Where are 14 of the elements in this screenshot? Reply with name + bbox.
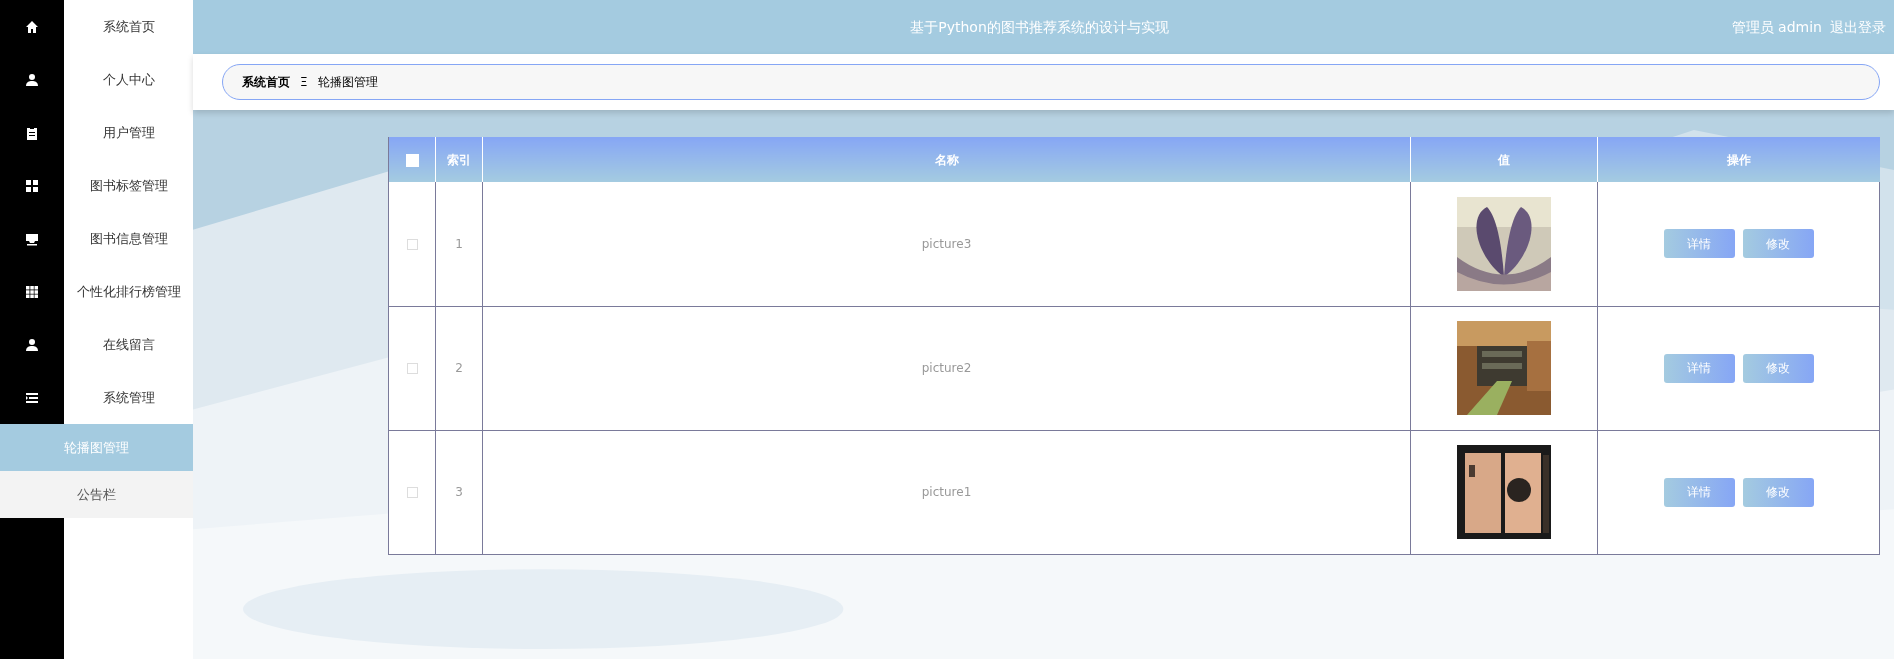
breadcrumb-separator: Ξ [300,74,308,91]
user-icon [25,337,39,352]
submenu-item[interactable]: 公告栏 [0,471,193,518]
grid-icon [25,284,39,299]
home-icon [25,19,39,34]
user-icon [25,72,39,87]
tray-icon [25,231,39,246]
clipboard-icon [25,125,39,140]
breadcrumb-link[interactable]: 系统首页 [242,73,290,91]
app-title: 基于Python的图书推荐系统的设计与实现 [910,17,1169,37]
user-label: 管理员 admin [1731,17,1822,37]
list-icon [25,390,39,405]
breadcrumb-link[interactable]: 轮播图管理 [317,73,378,91]
grid-icon [25,178,39,193]
